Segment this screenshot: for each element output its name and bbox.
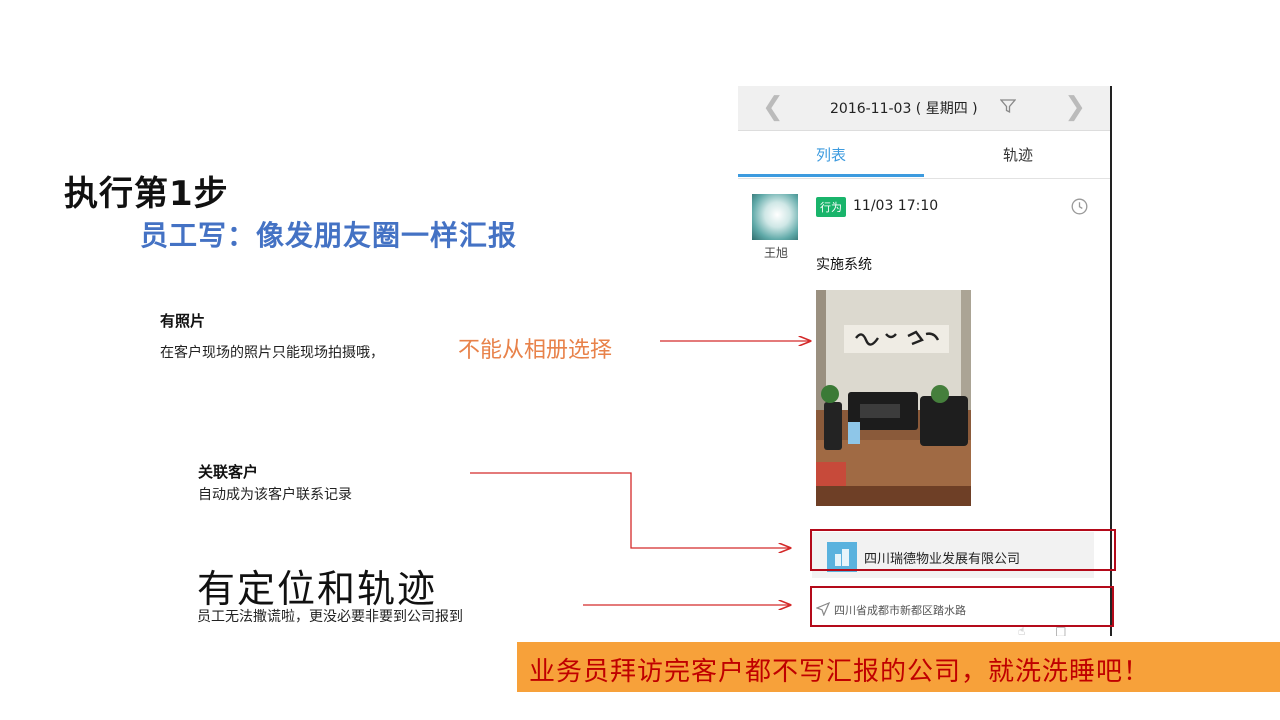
banner-text: 业务员拜访完客户都不写汇报的公司，就洗洗睡吧！: [529, 657, 1151, 687]
customer-arrow: [470, 472, 790, 548]
connector-arrows: [470, 0, 1280, 720]
banner: 业务员拜访完客户都不写汇报的公司，就洗洗睡吧！: [517, 642, 1280, 692]
